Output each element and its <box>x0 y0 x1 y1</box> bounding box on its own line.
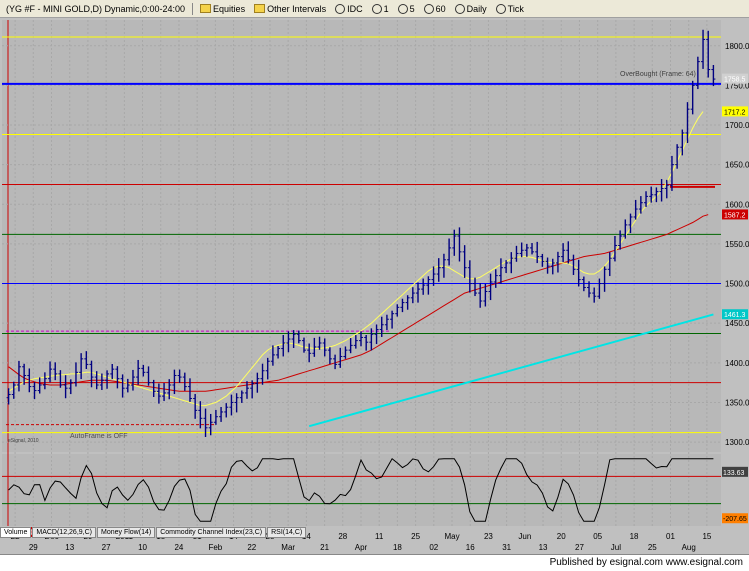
clock-icon <box>371 3 382 14</box>
x-tick-label: 13 <box>65 543 74 552</box>
x-tick-label: 16 <box>466 543 475 552</box>
clock-icon <box>397 3 408 14</box>
other-intervals-label: Other Intervals <box>267 3 327 14</box>
price-tag-label: 1758.5 <box>724 77 746 84</box>
x-tick-label: 11 <box>375 532 384 541</box>
tab-volume[interactable]: Volume <box>0 527 32 538</box>
interval-1-button[interactable]: 1 <box>370 3 391 14</box>
x-tick-label: 20 <box>557 532 566 541</box>
idc-button[interactable]: IDC <box>333 3 365 14</box>
tab-money-flow[interactable]: Money Flow(14) <box>97 527 156 538</box>
x-tick-label: 18 <box>393 543 402 552</box>
overbought-annotation: OverBought (Frame: 64) <box>620 71 696 78</box>
watermark: eSignal, 2010 <box>8 438 39 444</box>
symbol-label[interactable]: (YG #F - MINI GOLD,D) Dynamic,0:00-24:00 <box>4 4 187 14</box>
tab-macd[interactable]: MACD(12,26,9,C) <box>32 527 96 538</box>
x-tick-label: 25 <box>411 532 420 541</box>
x-tick-label: Feb <box>208 543 222 552</box>
idc-label: IDC <box>347 3 363 14</box>
x-tick-label: Jun <box>518 532 531 541</box>
footer: Published by esignal.com www.esignal.com <box>0 554 749 571</box>
price-tag-label: 1717.2 <box>724 109 746 116</box>
x-tick-label: May <box>444 532 459 541</box>
x-tick-label: 13 <box>539 543 548 552</box>
cci-tag-label: -207.65 <box>723 516 747 523</box>
x-tick-label: 02 <box>429 543 438 552</box>
x-tick-label: 01 <box>666 532 675 541</box>
x-tick-label: 24 <box>174 543 183 552</box>
tick-button[interactable]: Tick <box>494 3 526 14</box>
daily-label: Daily <box>466 3 487 14</box>
folder-icon <box>200 4 212 13</box>
indicator-tabs: Volume MACD(12,26,9,C) Money Flow(14) Co… <box>0 527 307 538</box>
x-tick-label: 10 <box>138 543 147 552</box>
autoframe-annotation: AutoFrame is OFF <box>70 433 128 440</box>
equities-label: Equities <box>213 3 246 14</box>
y-tick-label: 1450.0 <box>725 319 749 328</box>
interval-60-label: 60 <box>435 3 446 14</box>
x-tick-label: Jul <box>611 543 621 552</box>
footer-text: Published by esignal.com www.esignal.com <box>549 557 743 568</box>
x-tick-label: Apr <box>355 543 368 552</box>
x-tick-label: 31 <box>502 543 511 552</box>
y-tick-label: 1350.0 <box>725 398 749 407</box>
cci-tag-label: 133.63 <box>723 470 745 477</box>
y-tick-label: 1300.0 <box>725 438 749 447</box>
y-tick-label: 1700.0 <box>725 121 749 130</box>
y-tick-label: 1600.0 <box>725 200 749 209</box>
x-tick-label: 29 <box>29 543 38 552</box>
interval-1-label: 1 <box>383 3 389 14</box>
x-tick-label: Mar <box>281 543 295 552</box>
clock-icon <box>335 3 346 14</box>
x-tick-label: 23 <box>484 532 493 541</box>
interval-5-label: 5 <box>409 3 415 14</box>
x-tick-label: 27 <box>575 543 584 552</box>
x-tick-label: Aug <box>682 543 696 552</box>
tick-label: Tick <box>507 3 524 14</box>
x-tick-label: 21 <box>320 543 329 552</box>
x-tick-label: 05 <box>593 532 602 541</box>
folder-icon <box>254 4 266 13</box>
x-tick-label: 28 <box>338 532 347 541</box>
x-tick-label: 15 <box>702 532 711 541</box>
x-tick-label: 25 <box>648 543 657 552</box>
y-tick-label: 1500.0 <box>725 280 749 289</box>
clock-icon <box>423 3 434 14</box>
interval-60-button[interactable]: 60 <box>422 3 448 14</box>
daily-button[interactable]: Daily <box>453 3 489 14</box>
clock-icon <box>495 3 506 14</box>
x-tick-label: 22 <box>247 543 256 552</box>
y-tick-label: 1550.0 <box>725 240 749 249</box>
y-tick-label: 1650.0 <box>725 161 749 170</box>
x-tick-label: 18 <box>630 532 639 541</box>
interval-5-button[interactable]: 5 <box>396 3 417 14</box>
price-tag-label: 1461.3 <box>724 312 746 319</box>
tab-cci[interactable]: Commodity Channel Index(23,C) <box>156 527 267 538</box>
equities-button[interactable]: Equities <box>198 4 247 14</box>
y-tick-label: 1800.0 <box>725 42 749 51</box>
x-tick-label: 27 <box>102 543 111 552</box>
separator <box>192 2 194 15</box>
clock-icon <box>454 3 465 14</box>
price-tag-label: 1587.2 <box>724 212 746 219</box>
symbol-text: (YG #F - MINI GOLD,D) Dynamic,0:00-24:00 <box>6 3 186 14</box>
toolbar: (YG #F - MINI GOLD,D) Dynamic,0:00-24:00… <box>0 0 749 18</box>
y-tick-label: 1400.0 <box>725 359 749 368</box>
chart-area[interactable]: 1800.01750.01700.01650.01600.01550.01500… <box>0 18 749 554</box>
tab-rsi[interactable]: RSI(14,C) <box>267 527 307 538</box>
other-intervals-button[interactable]: Other Intervals <box>252 4 328 14</box>
